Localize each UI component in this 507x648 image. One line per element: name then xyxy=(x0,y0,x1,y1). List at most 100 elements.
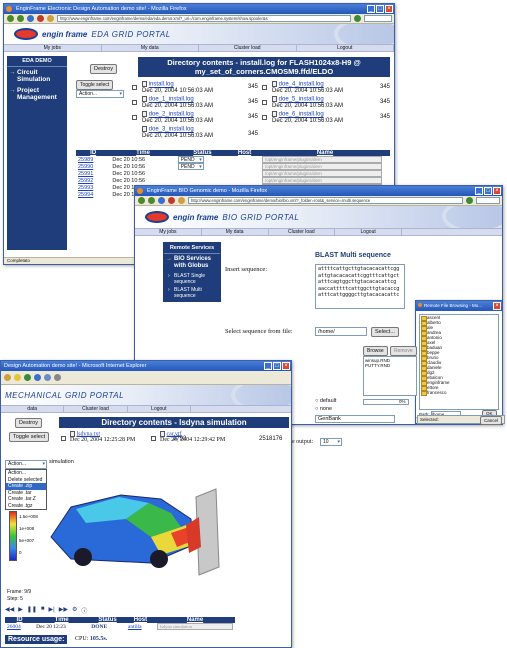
popup-titlebar[interactable]: Remote File Browsing - Mo... × xyxy=(416,301,502,311)
minimize-button[interactable]: _ xyxy=(367,5,375,13)
go-icon[interactable] xyxy=(466,197,473,204)
file-checkbox[interactable] xyxy=(262,85,267,90)
stop-icon[interactable]: ■ xyxy=(41,606,45,615)
file-checkbox[interactable] xyxy=(151,436,156,441)
menu-logout[interactable]: Logout xyxy=(128,406,191,412)
settings-icon[interactable]: ⚙ xyxy=(72,606,77,615)
search-field[interactable] xyxy=(364,15,392,22)
job-status-select[interactable]: PEND xyxy=(177,156,204,163)
forward-icon[interactable] xyxy=(148,197,155,204)
info-icon[interactable]: ⓘ xyxy=(81,606,87,615)
file-checkbox[interactable] xyxy=(132,115,137,120)
select-file-button[interactable]: Select... xyxy=(371,327,399,337)
print-icon[interactable] xyxy=(54,374,61,381)
job-status-select[interactable]: PEND xyxy=(177,163,204,170)
sidebar-sub-blast-single[interactable]: BLAST Single sequence xyxy=(164,272,220,286)
close-button[interactable]: × xyxy=(493,302,501,310)
maximize-button[interactable]: □ xyxy=(484,187,492,195)
close-button[interactable]: × xyxy=(385,5,393,13)
eda-url-field[interactable]: http://www.enginframe.com/enginframe/dem… xyxy=(57,15,351,22)
minimize-button[interactable]: _ xyxy=(264,362,272,370)
job-id-link[interactable]: 25989 xyxy=(78,157,93,163)
go-icon[interactable] xyxy=(354,15,361,22)
rewind-icon[interactable]: ◀◀ xyxy=(5,606,14,615)
close-button[interactable]: × xyxy=(282,362,290,370)
radio-none[interactable]: ○ none xyxy=(315,406,332,412)
menu-my-data[interactable]: data xyxy=(1,406,65,412)
table-row: 25990 Dec 20 10:56 PEND/opt/enginframe/plu… xyxy=(76,163,390,170)
favorites-icon[interactable] xyxy=(14,374,21,381)
sidebar-item-bio-services[interactable]: BIO Services with Globus xyxy=(164,254,220,272)
file-checkbox[interactable] xyxy=(262,115,267,120)
sidebar-sub-blast-multi[interactable]: BLAST Multi sequence xyxy=(164,286,220,300)
mech-window-titlebar[interactable]: Design Automation demo site! - Microsoft… xyxy=(1,361,291,371)
back-icon[interactable] xyxy=(138,197,145,204)
menu-logout[interactable]: Logout xyxy=(335,229,402,235)
eda-window-titlebar[interactable]: EnginFrame Electronic Design Automation … xyxy=(4,4,394,14)
action-select[interactable]: Action... xyxy=(76,90,124,98)
job-id-link[interactable]: 26004 xyxy=(7,624,21,630)
file-checkbox[interactable] xyxy=(61,436,66,441)
file-size: 2518176 xyxy=(259,436,283,442)
folder-item[interactable]: francesco xyxy=(420,390,498,396)
home-icon[interactable] xyxy=(178,197,185,204)
pause-icon[interactable]: ❚❚ xyxy=(27,606,37,615)
remove-button[interactable]: Remove xyxy=(390,346,417,356)
search-icon[interactable] xyxy=(4,374,11,381)
toggle-select-button[interactable]: Toggle select xyxy=(9,432,50,442)
search-field[interactable] xyxy=(476,197,500,204)
home-icon[interactable] xyxy=(47,15,54,22)
mail-icon[interactable] xyxy=(44,374,51,381)
stop-icon[interactable] xyxy=(168,197,175,204)
popup-cancel-button[interactable]: Cancel xyxy=(479,416,502,425)
menu-logout[interactable]: Logout xyxy=(297,45,394,51)
menu-cluster-load[interactable]: Cluster load xyxy=(199,45,297,51)
close-button[interactable]: × xyxy=(493,187,501,195)
back-icon[interactable] xyxy=(7,15,14,22)
menu-my-jobs[interactable]: My jobs xyxy=(135,229,202,235)
folder-list[interactable]: ascent alberto ale andrea antonio axel b… xyxy=(419,314,499,410)
destroy-button[interactable]: Destroy xyxy=(15,418,42,428)
media-icon[interactable] xyxy=(24,374,31,381)
job-id-link[interactable]: 25994 xyxy=(78,192,93,198)
menu-my-data[interactable]: My data xyxy=(202,229,269,235)
upload-file-item[interactable]: PUTTY.RND xyxy=(365,363,415,368)
forward-icon[interactable]: ▶▶ xyxy=(59,606,68,615)
browse-button[interactable]: Browse xyxy=(363,346,388,356)
maximize-button[interactable]: □ xyxy=(273,362,281,370)
bio-window-titlebar[interactable]: EnginFrame BIO Genomic demo - Mozilla Fi… xyxy=(135,186,502,196)
sequence-textarea[interactable]: attttcattgcttgtacacacattcgg attgtacacaca… xyxy=(315,264,405,309)
file-checkbox[interactable] xyxy=(262,100,267,105)
file-checkbox[interactable] xyxy=(132,85,137,90)
sidebar-item-circuit-simulation[interactable]: Circuit Simulation xyxy=(7,67,67,85)
radio-default[interactable]: ○ default xyxy=(315,398,336,404)
destroy-button[interactable]: Destroy xyxy=(90,64,117,74)
minimize-button[interactable]: _ xyxy=(475,187,483,195)
file-path-input[interactable]: /home/ xyxy=(315,327,367,336)
sidebar-item-project-management[interactable]: Project Management xyxy=(7,85,67,103)
file-checkbox[interactable] xyxy=(132,100,137,105)
maximize-button[interactable]: □ xyxy=(376,5,384,13)
menu-my-data[interactable]: My data xyxy=(102,45,199,51)
menu-cluster-load[interactable]: Cluster load xyxy=(64,406,128,412)
forward-icon[interactable] xyxy=(17,15,24,22)
reload-icon[interactable] xyxy=(27,15,34,22)
menu-cluster-load[interactable]: Cluster load xyxy=(269,229,336,235)
play-icon[interactable]: ▶ xyxy=(18,606,23,615)
upload-file-list[interactable]: winsup.RND PUTTY.RND xyxy=(363,356,417,396)
job-id-link[interactable]: 25991 xyxy=(78,171,93,177)
job-id-link[interactable]: 25990 xyxy=(78,164,93,170)
menu-my-jobs[interactable]: My jobs xyxy=(4,45,102,51)
output-select[interactable]: 10 xyxy=(320,438,342,446)
reload-icon[interactable] xyxy=(158,197,165,204)
bio-url-field[interactable]: http://www.enginframe.com/enginframe/dem… xyxy=(188,197,463,204)
cpu-label: CPU: xyxy=(75,636,89,642)
job-id-link[interactable]: 25993 xyxy=(78,185,93,191)
car-crash-simulation-image[interactable] xyxy=(31,467,221,585)
next-frame-icon[interactable]: ▶| xyxy=(49,606,55,615)
history-icon[interactable] xyxy=(34,374,41,381)
job-host-link[interactable]: antilla xyxy=(128,624,142,630)
job-id-link[interactable]: 25992 xyxy=(78,178,93,184)
toggle-select-button[interactable]: Toggle select xyxy=(76,80,114,90)
stop-icon[interactable] xyxy=(37,15,44,22)
